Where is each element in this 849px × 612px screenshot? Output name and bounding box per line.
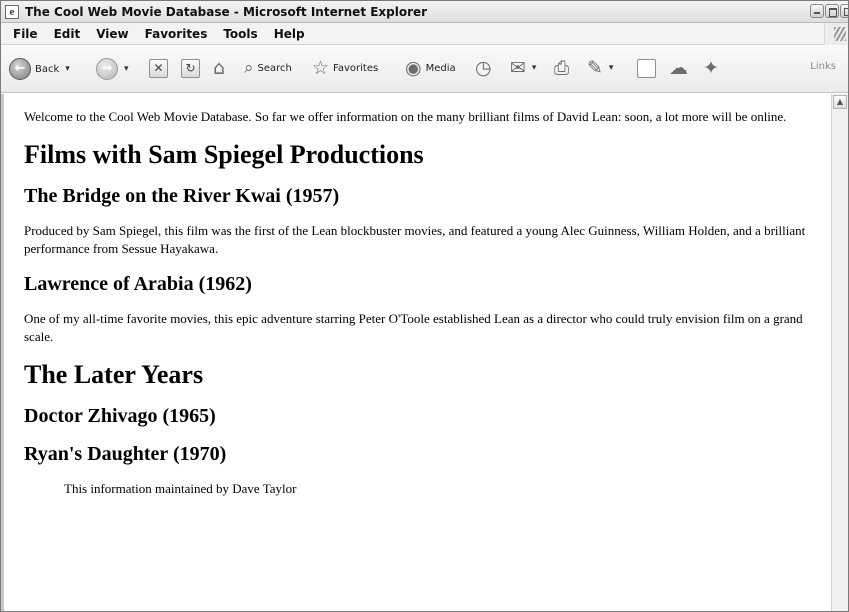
vertical-scrollbar[interactable]: ▲ (831, 94, 848, 611)
back-arrow-icon: ← (9, 58, 31, 80)
history-icon: ◷ (475, 57, 492, 79)
title-bar[interactable]: e The Cool Web Movie Database - Microsof… (1, 1, 848, 23)
back-button[interactable]: ← Back ▾ (9, 58, 70, 80)
people-icon: ✦ (703, 57, 719, 79)
browser-window: e The Cool Web Movie Database - Microsof… (0, 0, 849, 612)
media-button[interactable]: ◉ Media (405, 57, 456, 79)
back-label: Back (35, 63, 60, 75)
film-title-bridge: The Bridge on the River Kwai (1957) (24, 185, 340, 207)
home-icon: ⌂ (213, 57, 226, 79)
home-button[interactable]: ⌂ (213, 57, 225, 79)
stop-icon: ✕ (149, 59, 168, 78)
search-button[interactable]: ⌕ Search (244, 57, 292, 79)
research-button[interactable]: ✦ (703, 57, 719, 79)
film-desc-bridge: Produced by Sam Spiegel, this film was t… (24, 223, 806, 256)
standard-toolbar: ← Back ▾ → ▾ ✕ ↻ ⌂ ⌕ Search ☆ Favorites … (1, 45, 848, 93)
menu-view[interactable]: View (88, 27, 136, 41)
window-title: The Cool Web Movie Database - Microsoft … (25, 4, 428, 19)
forward-button[interactable]: → ▾ (96, 58, 129, 80)
edit-icon: ✎ (587, 57, 603, 79)
maintainer-note: This information maintained by Dave Tayl… (64, 481, 297, 496)
star-icon: ☆ (312, 57, 330, 79)
film-title-ryans-daughter: Ryan's Daughter (1970) (24, 443, 227, 465)
window-controls (810, 4, 848, 18)
media-icon: ◉ (405, 57, 422, 79)
menu-bar: File Edit View Favorites Tools Help (1, 23, 848, 45)
stop-button[interactable]: ✕ (149, 59, 168, 78)
messenger-button[interactable]: ☁ (669, 57, 688, 79)
favorites-button[interactable]: ☆ Favorites (312, 57, 378, 79)
edit-dropdown-icon[interactable]: ▾ (609, 63, 614, 73)
links-button[interactable]: Links (810, 61, 836, 72)
media-label: Media (425, 62, 456, 74)
print-button[interactable]: ⎙ (554, 57, 569, 79)
edit-button[interactable]: ✎ ▾ (587, 57, 613, 79)
search-icon: ⌕ (244, 58, 254, 78)
mail-icon: ✉ (510, 57, 526, 79)
mail-dropdown-icon[interactable]: ▾ (532, 63, 537, 73)
chat-bubble-icon: ☁ (669, 57, 688, 79)
history-button[interactable]: ◷ (475, 57, 492, 79)
ie-page-icon: e (5, 4, 19, 19)
back-dropdown-icon[interactable]: ▾ (65, 64, 70, 74)
forward-dropdown-icon[interactable]: ▾ (124, 64, 129, 74)
scroll-up-arrow-icon[interactable]: ▲ (833, 95, 847, 109)
refresh-icon: ↻ (181, 59, 200, 78)
discuss-button[interactable] (637, 59, 656, 78)
menu-tools[interactable]: Tools (215, 27, 265, 41)
favorites-label: Favorites (333, 62, 379, 74)
film-title-zhivago: Doctor Zhivago (1965) (24, 405, 216, 427)
mail-button[interactable]: ✉ ▾ (510, 57, 536, 79)
menu-file[interactable]: File (5, 27, 46, 41)
windows-logo-icon (824, 23, 848, 45)
discuss-icon (637, 59, 656, 78)
minimize-button[interactable] (810, 4, 824, 18)
menu-help[interactable]: Help (266, 27, 313, 41)
film-desc-lawrence: One of my all-time favorite movies, this… (24, 311, 803, 344)
film-title-lawrence: Lawrence of Arabia (1962) (24, 273, 252, 295)
maximize-button[interactable] (825, 4, 839, 18)
forward-arrow-icon: → (96, 58, 118, 80)
section-heading-later: The Later Years (24, 360, 204, 389)
menu-favorites[interactable]: Favorites (137, 27, 216, 41)
refresh-button[interactable]: ↻ (181, 59, 200, 78)
section-heading-spiegel: Films with Sam Spiegel Productions (24, 140, 424, 169)
intro-paragraph: Welcome to the Cool Web Movie Database. … (24, 109, 787, 124)
print-icon: ⎙ (554, 57, 570, 79)
page-content: Welcome to the Cool Web Movie Database. … (1, 94, 833, 611)
menu-edit[interactable]: Edit (46, 27, 89, 41)
search-label: Search (257, 62, 292, 74)
close-button[interactable] (840, 4, 848, 18)
